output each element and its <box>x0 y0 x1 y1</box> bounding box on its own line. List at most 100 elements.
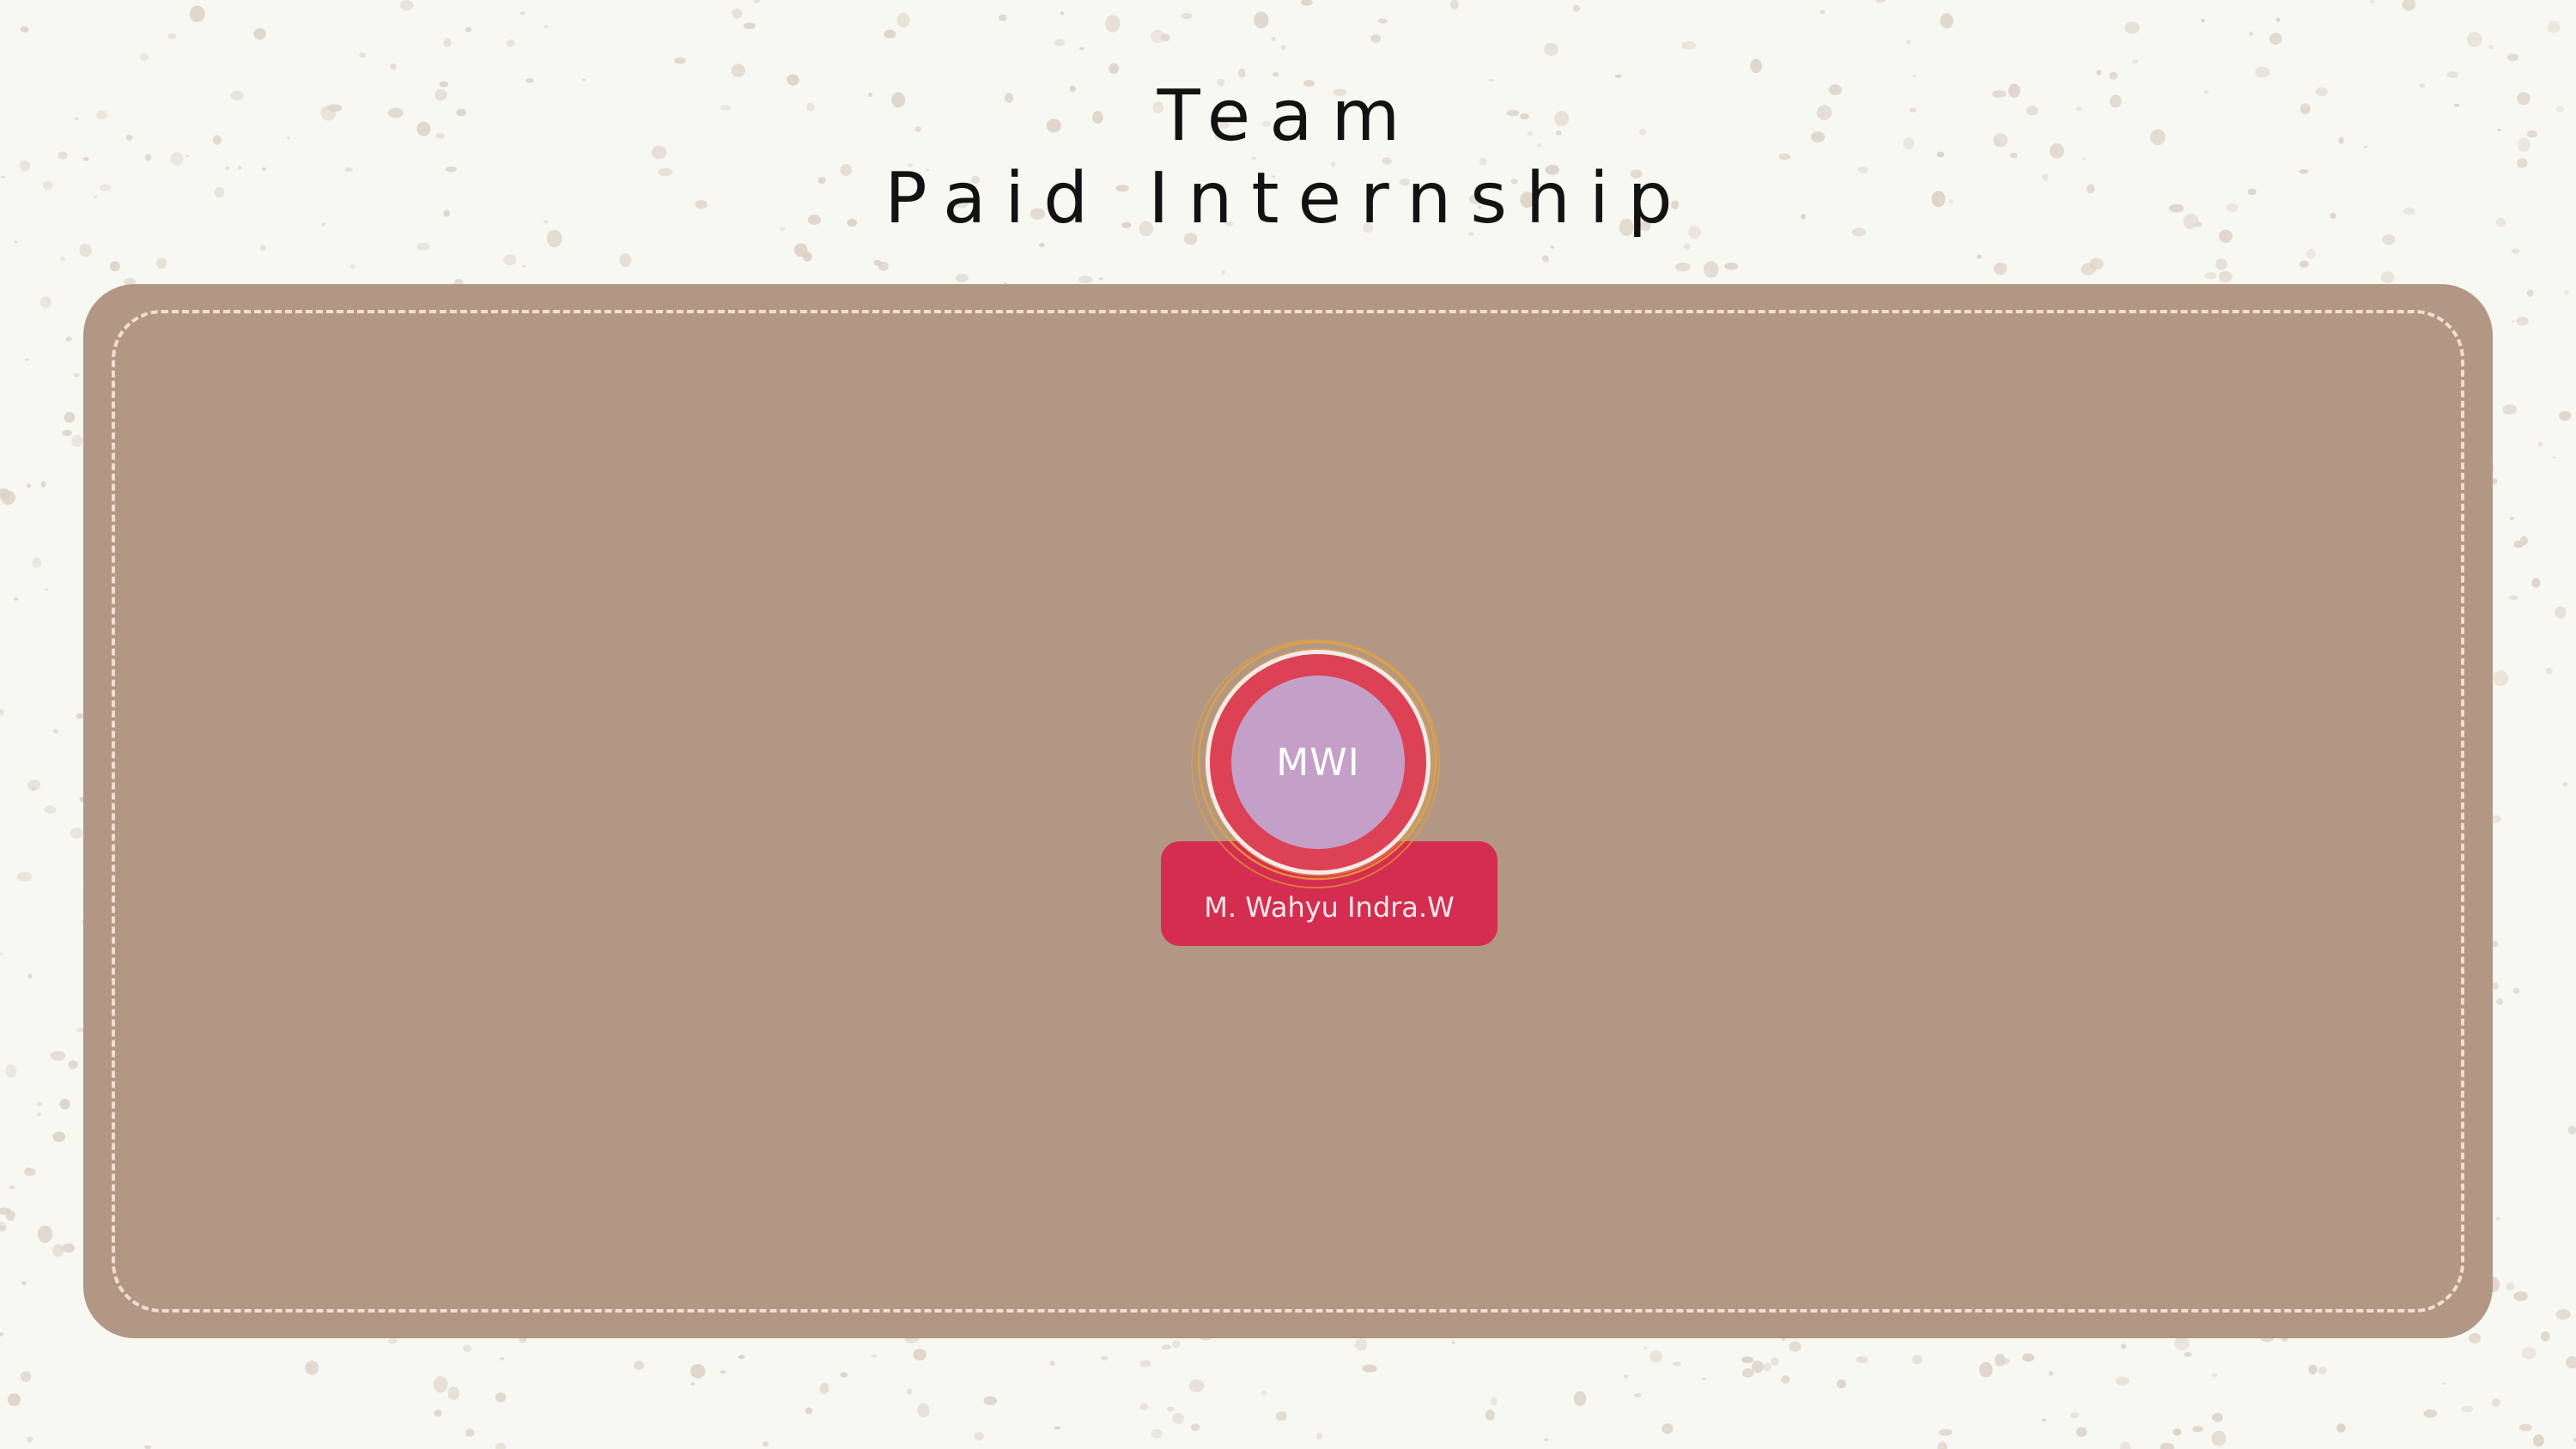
speckle-dot <box>2069 1412 2080 1419</box>
speckle-dot <box>16 871 33 882</box>
speckle-dot <box>59 256 66 262</box>
speckle-dot <box>2192 1426 2203 1433</box>
speckle-dot <box>64 411 76 423</box>
speckle-dot <box>2496 998 2504 1005</box>
speckle-dot <box>519 11 526 15</box>
speckle-dot <box>2545 668 2553 675</box>
speckle-dot <box>1161 1344 1171 1350</box>
speckle-dot <box>495 1392 507 1403</box>
speckle-dot <box>2269 33 2282 45</box>
speckle-dot <box>738 1355 745 1360</box>
speckle-dot <box>73 373 80 378</box>
speckle-dot <box>37 1225 53 1243</box>
speckle-dot <box>2495 1216 2500 1221</box>
speckle-dot <box>2001 1358 2010 1365</box>
speckle-dot <box>2488 45 2494 49</box>
speckle-dot <box>2506 53 2518 62</box>
speckle-dot <box>2555 606 2567 619</box>
speckle-dot <box>25 358 29 361</box>
speckle-dot <box>2469 1332 2482 1344</box>
speckle-dot <box>2211 1430 2227 1446</box>
speckle-dot <box>2121 1343 2127 1349</box>
speckle-dot <box>2537 441 2543 447</box>
speckle-dot <box>52 1243 64 1258</box>
speckle-dot <box>1172 1340 1181 1348</box>
speckle-dot <box>2275 17 2281 22</box>
speckle-dot <box>2493 670 2509 687</box>
speckle-dot <box>1771 1357 1779 1366</box>
speckle-dot <box>1543 1438 1549 1441</box>
speckle-dot <box>2041 1418 2046 1422</box>
speckle-dot <box>2509 517 2514 520</box>
speckle-dot <box>983 1396 998 1405</box>
speckle-dot <box>1377 18 1388 24</box>
speckle-dot <box>1139 1403 1149 1410</box>
speckle-dot <box>2531 578 2541 588</box>
speckle-dot <box>2555 1309 2571 1320</box>
speckle-dot <box>52 729 59 734</box>
speckle-dot <box>690 1381 695 1385</box>
speckle-dot <box>2119 1441 2131 1449</box>
speckle-dot <box>1490 1397 1498 1406</box>
speckle-dot <box>2466 32 2482 47</box>
speckle-dot <box>416 242 430 251</box>
speckle-dot <box>674 58 686 64</box>
speckle-dot <box>2160 1442 2175 1449</box>
speckle-dot <box>1752 1360 1764 1373</box>
speckle-dot <box>1181 13 1193 20</box>
speckle-dot <box>762 1440 769 1447</box>
speckle-dot <box>1905 39 1911 45</box>
speckle-dot <box>1271 37 1276 41</box>
speckle-dot <box>1139 1360 1151 1367</box>
speckle-dot <box>873 259 882 266</box>
speckle-dot <box>720 1370 726 1374</box>
speckle-dot <box>2492 1398 2500 1407</box>
speckle-dot <box>974 1432 985 1441</box>
speckle-dot <box>433 1376 448 1393</box>
speckle-dot <box>1643 1347 1648 1349</box>
speckle-dot <box>387 1338 398 1344</box>
speckle-dot <box>2204 271 2217 280</box>
speckle-dot <box>109 261 120 272</box>
speckle-dot <box>1485 1410 1495 1421</box>
speckle-dot <box>521 264 526 268</box>
speckle-dot <box>1078 46 1084 51</box>
speckle-dot <box>1542 255 1549 263</box>
speckle-dot <box>1937 1441 1947 1449</box>
speckle-dot <box>2552 456 2556 458</box>
speckle-dot <box>5 1064 17 1078</box>
speckle-dot <box>840 1372 848 1378</box>
speckle-dot <box>1449 0 1459 10</box>
speckle-dot <box>1362 1364 1377 1373</box>
speckle-dot <box>1662 1423 1674 1434</box>
speckle-dot <box>9 1185 15 1190</box>
team-member-card[interactable]: M. Wahyu Indra.W MWI <box>1161 635 1498 946</box>
speckle-dot <box>2172 1428 2182 1436</box>
speckle-dot <box>1702 1378 1706 1380</box>
speckle-dot <box>44 805 57 814</box>
speckle-dot <box>2218 270 2233 282</box>
speckle-dot <box>465 27 472 33</box>
speckle-dot <box>1054 1426 1061 1430</box>
speckle-dot <box>1680 41 1697 50</box>
speckle-dot <box>359 52 366 58</box>
speckle-dot <box>0 1331 4 1337</box>
speckle-dot <box>2318 1367 2327 1375</box>
speckle-dot <box>2131 59 2139 64</box>
speckle-dot <box>36 1112 41 1117</box>
speckle-dot <box>1098 277 1103 281</box>
speckle-dot <box>1912 1355 1923 1365</box>
title-line-paid-internship: Paid Internship <box>884 158 1692 239</box>
speckle-dot <box>65 336 72 343</box>
speckle-dot <box>2460 1405 2474 1413</box>
speckle-dot <box>1354 1338 1368 1351</box>
speckle-dot <box>1300 0 1313 6</box>
speckle-dot <box>465 1428 475 1437</box>
speckle-dot <box>45 588 49 591</box>
speckle-dot <box>2526 289 2534 297</box>
avatar: MWI <box>1231 676 1405 849</box>
speckle-dot <box>5 1210 15 1222</box>
speckle-dot <box>2506 1282 2515 1291</box>
speckle-dot <box>1673 1361 1682 1367</box>
speckle-dot <box>1054 39 1066 46</box>
